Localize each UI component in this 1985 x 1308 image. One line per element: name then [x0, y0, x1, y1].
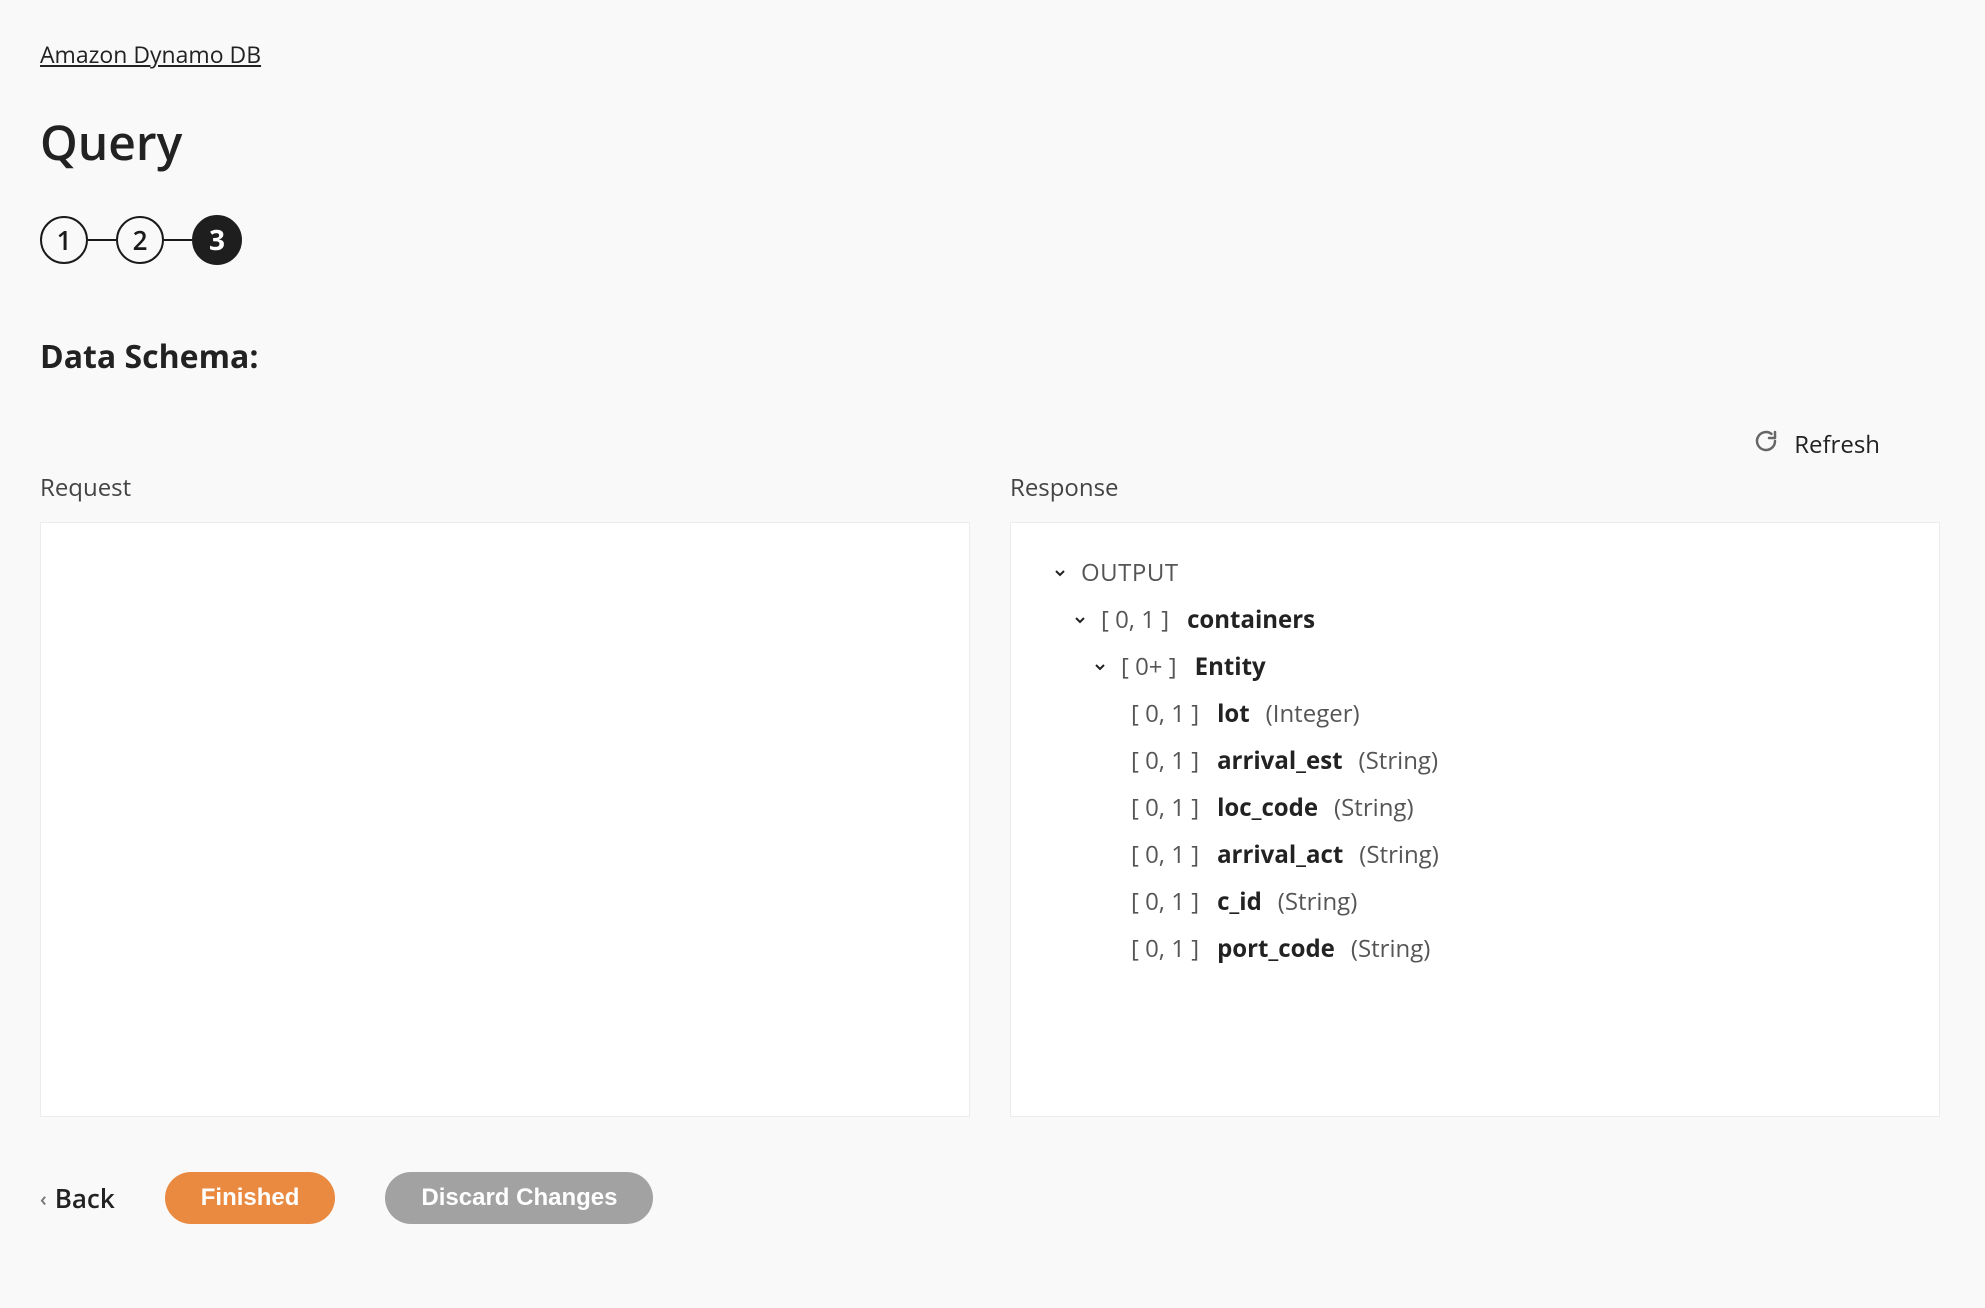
field-type: (Integer)	[1266, 697, 1360, 730]
field-name: port_code	[1217, 932, 1335, 965]
field-name: lot	[1217, 697, 1250, 730]
tree-node-containers[interactable]: [ 0, 1 ] containers	[1071, 596, 1899, 643]
refresh-button[interactable]: Refresh	[1754, 428, 1880, 461]
field-name: arrival_est	[1217, 744, 1342, 777]
cardinality: [ 0, 1 ]	[1131, 697, 1199, 730]
response-panel[interactable]: OUTPUT [ 0, 1 ] containers	[1010, 522, 1940, 1117]
tree-leaf[interactable]: [ 0, 1 ] port_code (String)	[1131, 925, 1899, 972]
cardinality: [ 0+ ]	[1121, 650, 1177, 683]
breadcrumb[interactable]: Amazon Dynamo DB	[40, 38, 261, 70]
step-3[interactable]: 3	[192, 215, 242, 265]
tree-leaf[interactable]: [ 0, 1 ] arrival_act (String)	[1131, 831, 1899, 878]
cardinality: [ 0, 1 ]	[1101, 603, 1169, 636]
field-name: arrival_act	[1217, 838, 1343, 871]
stepper: 1 2 3	[40, 215, 1940, 265]
tree-leaf[interactable]: [ 0, 1 ] lot (Integer)	[1131, 690, 1899, 737]
step-2[interactable]: 2	[116, 216, 164, 264]
chevron-down-icon[interactable]	[1091, 659, 1109, 675]
cardinality: [ 0, 1 ]	[1131, 838, 1199, 871]
back-label: Back	[55, 1180, 115, 1216]
back-button[interactable]: ‹ Back	[40, 1180, 115, 1216]
refresh-label: Refresh	[1794, 428, 1880, 461]
tree-node-entity[interactable]: [ 0+ ] Entity	[1091, 643, 1899, 690]
tree-root-label: OUTPUT	[1081, 556, 1179, 589]
field-name: c_id	[1217, 885, 1262, 918]
field-type: (String)	[1359, 744, 1439, 777]
request-label: Request	[40, 471, 970, 504]
cardinality: [ 0, 1 ]	[1131, 885, 1199, 918]
discard-button[interactable]: Discard Changes	[385, 1172, 653, 1224]
field-name: loc_code	[1217, 791, 1318, 824]
node-name: containers	[1187, 603, 1315, 636]
refresh-icon	[1754, 428, 1778, 461]
field-type: (String)	[1334, 791, 1414, 824]
tree-root[interactable]: OUTPUT	[1051, 549, 1899, 596]
step-1[interactable]: 1	[40, 216, 88, 264]
chevron-down-icon[interactable]	[1071, 612, 1089, 628]
section-title: Data Schema:	[40, 335, 1940, 378]
page-title: Query	[40, 110, 1940, 175]
stepper-connector	[88, 239, 116, 241]
cardinality: [ 0, 1 ]	[1131, 744, 1199, 777]
tree-leaf[interactable]: [ 0, 1 ] c_id (String)	[1131, 878, 1899, 925]
tree-leaf[interactable]: [ 0, 1 ] loc_code (String)	[1131, 784, 1899, 831]
chevron-left-icon: ‹	[40, 1185, 47, 1212]
stepper-connector	[164, 239, 192, 241]
cardinality: [ 0, 1 ]	[1131, 791, 1199, 824]
node-name: Entity	[1195, 650, 1266, 683]
request-panel[interactable]	[40, 522, 970, 1117]
chevron-down-icon[interactable]	[1051, 565, 1069, 581]
field-type: (String)	[1359, 838, 1439, 871]
field-type: (String)	[1278, 885, 1358, 918]
finished-button[interactable]: Finished	[165, 1172, 336, 1224]
field-type: (String)	[1351, 932, 1431, 965]
response-label: Response	[1010, 471, 1940, 504]
cardinality: [ 0, 1 ]	[1131, 932, 1199, 965]
tree-leaf[interactable]: [ 0, 1 ] arrival_est (String)	[1131, 737, 1899, 784]
